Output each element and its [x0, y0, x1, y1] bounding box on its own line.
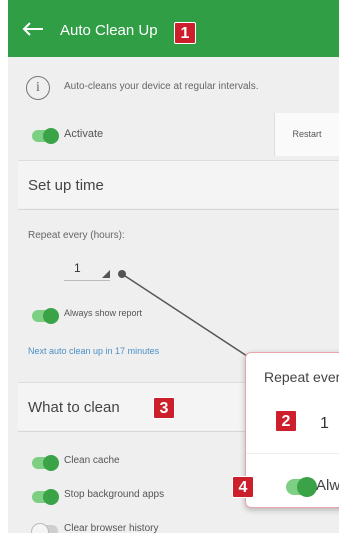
callout-badge-3: 3	[153, 397, 175, 419]
back-arrow-icon[interactable]	[22, 22, 44, 36]
clean-cache-label: Clean cache	[64, 455, 120, 466]
restart-button[interactable]: Restart	[274, 113, 339, 156]
setup-time-title: Set up time	[28, 177, 104, 194]
activate-toggle[interactable]	[32, 128, 59, 144]
callout-badge-2: 2	[275, 410, 297, 432]
clear-browser-history-toggle[interactable]	[31, 523, 58, 533]
stop-background-apps-label: Stop background apps	[64, 489, 165, 500]
clean-cache-toggle[interactable]	[32, 455, 59, 471]
dropdown-triangle-icon	[102, 270, 110, 278]
popup-repeat-value[interactable]: 1	[320, 415, 329, 433]
popup-title: Repeat every	[264, 369, 339, 385]
what-to-clean-title: What to clean	[28, 399, 120, 416]
page-title: Auto Clean Up	[60, 22, 158, 39]
popup-always-label: Alw	[316, 477, 339, 494]
info-description: Auto-cleans your device at regular inter…	[64, 81, 259, 92]
divider	[246, 453, 339, 454]
stop-background-apps-toggle[interactable]	[32, 489, 59, 505]
always-show-report-toggle[interactable]	[32, 308, 59, 324]
info-icon: i	[26, 76, 50, 100]
always-show-report-label: Always show report	[64, 308, 143, 318]
callout-badge-4: 4	[232, 476, 254, 498]
popup-always-toggle[interactable]	[286, 477, 317, 497]
callout-badge-1: 1	[174, 22, 196, 44]
clear-browser-history-label: Clear browser history	[64, 523, 159, 533]
repeat-hours-picker[interactable]: 1	[64, 255, 110, 281]
activate-label: Activate	[64, 128, 104, 140]
next-cleanup-link[interactable]: Next auto clean up in 17 minutes	[28, 346, 159, 356]
divider	[18, 209, 339, 210]
repeat-label: Repeat every (hours):	[28, 230, 125, 241]
repeat-value: 1	[74, 261, 81, 275]
callout-dot	[118, 270, 126, 278]
